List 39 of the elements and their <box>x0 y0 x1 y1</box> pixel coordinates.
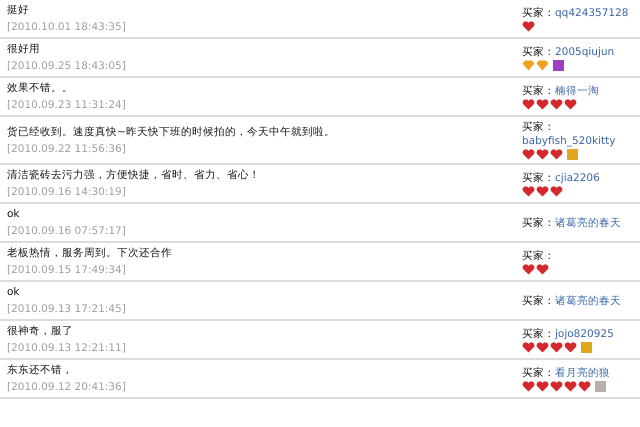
review-comment: 清洁瓷砖去污力强，方便快捷，省时、省力、省心！ <box>7 168 261 183</box>
buyer-link[interactable]: 诸葛亮的春天 <box>555 216 621 230</box>
review-time: [2010.09.12 20:41:36] <box>7 380 127 395</box>
review-comment: 挺好 <box>7 3 30 18</box>
buyer-link[interactable]: 看月亮的狼 <box>555 366 610 380</box>
buyer-label: 买家： <box>522 6 555 20</box>
review-comment: 老板热情，服务周到。下次还合作 <box>7 246 173 261</box>
buyer-link[interactable]: 2005qiujun <box>555 44 614 58</box>
buyer-link[interactable]: 诸葛亮的春天 <box>555 294 621 308</box>
review-time: [2010.09.16 07:57:17] <box>7 224 127 239</box>
review-comment: 很好用 <box>7 42 41 57</box>
review-comment: ok <box>7 207 21 222</box>
review-time: [2010.09.22 11:56:36] <box>7 142 127 156</box>
review-time: [2010.09.13 12:21:11] <box>7 341 127 356</box>
review-comment: 东东还不错， <box>7 363 74 378</box>
buyer-label: 买家： <box>522 120 555 134</box>
buyer-link[interactable]: 楠得一淘 <box>555 84 599 98</box>
review-comment: ok <box>7 285 21 300</box>
review-comment: 货已经收到。速度真快~昨天快下班的时候拍的，今天中午就到啦。 <box>7 124 336 140</box>
review-time: [2010.10.01 18:43:35] <box>7 20 127 35</box>
review-comment: 很神奇，服了 <box>7 324 74 339</box>
buyer-label: 买家： <box>522 84 555 98</box>
review-time: [2010.09.23 11:31:24] <box>7 98 127 113</box>
buyer-label: 买家： <box>522 294 555 308</box>
buyer-label: 买家： <box>522 216 555 230</box>
buyer-label: 买家： <box>522 170 555 184</box>
review-comment: 效果不错。。 <box>7 81 74 96</box>
buyer-link[interactable]: qq424357128 <box>555 6 628 20</box>
buyer-label: 买家： <box>522 248 555 262</box>
buyer-label: 买家： <box>522 366 555 380</box>
buyer-label: 买家： <box>522 44 555 58</box>
review-time: [2010.09.15 17:49:34] <box>7 263 127 278</box>
buyer-link[interactable]: babyfish_520kitty <box>522 134 616 148</box>
review-time: [2010.09.16 14:30:19] <box>7 185 127 200</box>
buyer-link[interactable]: cjia2206 <box>555 170 600 184</box>
buyer-link[interactable]: jojo820925 <box>555 326 614 340</box>
review-time: [2010.09.25 18:43:05] <box>7 59 127 74</box>
buyer-label: 买家： <box>522 326 555 340</box>
review-time: [2010.09.13 17:21:45] <box>7 302 127 317</box>
